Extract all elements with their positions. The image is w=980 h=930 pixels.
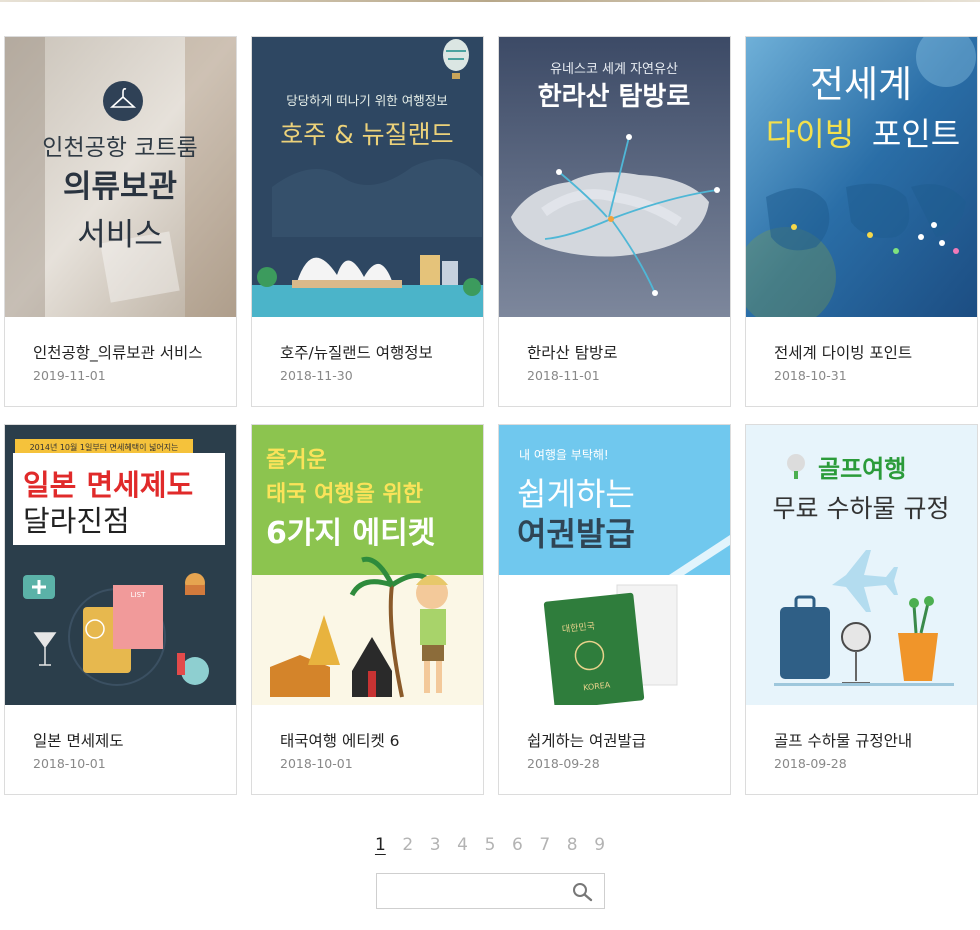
- post-title[interactable]: 전세계 다이빙 포인트: [774, 341, 954, 363]
- post-date: 2018-10-01: [33, 756, 106, 771]
- post-title[interactable]: 일본 면세제도: [33, 729, 213, 751]
- post-date: 2019-11-01: [33, 368, 106, 383]
- post-thumbnail[interactable]: 내 여행을 부탁해! 쉽게하는 여권발급 대한민국 KOREA: [499, 425, 730, 705]
- thumb-line: LIST: [131, 591, 146, 599]
- thumb-line: 2014년 10월 1일부터 면세혜택이 넓어지는: [30, 442, 179, 452]
- thumb-line: 달라진점: [23, 504, 130, 538]
- post-card-passport[interactable]: 내 여행을 부탁해! 쉽게하는 여권발급 대한민국 KOREA 쉽게하는 여권발…: [498, 424, 731, 795]
- thumb-line: 호주 & 뉴질랜드: [280, 120, 453, 149]
- thumb-line: 즐거운: [266, 448, 327, 473]
- thumb-line: 태국 여행을 위한: [266, 482, 423, 507]
- post-card-hallasan[interactable]: 유네스코 세계 자연유산 한라산 탐방로 한라산 탐방로 2018-11-01: [498, 36, 731, 407]
- post-card-japan-tax[interactable]: 2014년 10월 1일부터 면세혜택이 넓어지는 일본 면세제도 달라진점 L…: [4, 424, 237, 795]
- thumb-line: 일본 면세제도: [23, 468, 193, 502]
- post-date: 2018-11-30: [280, 368, 353, 383]
- page-link-7[interactable]: 7: [534, 835, 556, 855]
- post-title[interactable]: 한라산 탐방로: [527, 341, 707, 363]
- page-link-2[interactable]: 2: [397, 835, 419, 855]
- pagination: 1 2 3 4 5 6 7 8 9: [0, 835, 980, 855]
- post-card-diving[interactable]: 전세계 다이빙 포인트 전세계 다이빙 포인트 2018-10-31: [745, 36, 978, 407]
- thumb-line: 전세계: [810, 63, 912, 106]
- thumb-line: 쉽게하는: [517, 475, 635, 513]
- post-title[interactable]: 호주/뉴질랜드 여행정보: [280, 341, 460, 363]
- post-card-coatroom[interactable]: 인천공항 코트룸 의류보관 서비스 인천공항_의류보관 서비스 2019-11-…: [4, 36, 237, 407]
- post-title[interactable]: 골프 수하물 규정안내: [774, 729, 954, 751]
- post-title[interactable]: 쉽게하는 여권발급: [527, 729, 707, 751]
- post-thumbnail[interactable]: 즐거운 태국 여행을 위한 6가지 에티켓: [252, 425, 483, 705]
- post-thumbnail[interactable]: 인천공항 코트룸 의류보관 서비스: [5, 37, 236, 317]
- page-link-4[interactable]: 4: [452, 835, 474, 855]
- page-link-3[interactable]: 3: [424, 835, 446, 855]
- hanger-icon: [103, 81, 143, 121]
- post-thumbnail[interactable]: 전세계 다이빙 포인트: [746, 37, 977, 317]
- thumb-line: 서비스: [77, 217, 163, 253]
- thumb-line: 여권발급: [517, 515, 635, 553]
- post-thumbnail[interactable]: 골프여행 무료 수하물 규정: [746, 425, 977, 705]
- thumb-line: 당당하게 떠나기 위한 여행정보: [286, 93, 447, 108]
- post-card-australia[interactable]: 당당하게 떠나기 위한 여행정보 호주 & 뉴질랜드 호주/뉴질랜드 여행정보 …: [251, 36, 484, 407]
- thumb-line: 한라산 탐방로: [538, 82, 691, 112]
- post-date: 2018-10-01: [280, 756, 353, 771]
- post-thumbnail[interactable]: 당당하게 떠나기 위한 여행정보 호주 & 뉴질랜드: [252, 37, 483, 317]
- search-box: [376, 873, 605, 909]
- post-title[interactable]: 태국여행 에티켓 6: [280, 729, 460, 751]
- thumb-line: 유네스코 세계 자연유산: [550, 62, 678, 77]
- post-title[interactable]: 인천공항_의류보관 서비스: [33, 341, 213, 363]
- thumb-line: 내 여행을 부탁해!: [519, 447, 609, 462]
- thumb-line: 의류보관: [63, 169, 177, 205]
- post-thumbnail[interactable]: 유네스코 세계 자연유산 한라산 탐방로: [499, 37, 730, 317]
- thumb-line: 6가지 에티켓: [266, 516, 435, 551]
- passport-icon: 대한민국 KOREA: [543, 592, 645, 705]
- thumb-line: 골프여행: [818, 455, 906, 483]
- page-link-1[interactable]: 1: [369, 835, 391, 855]
- page-link-9[interactable]: 9: [589, 835, 611, 855]
- post-date: 2018-11-01: [527, 368, 600, 383]
- thumb-line: 인천공항 코트룸: [42, 135, 197, 161]
- post-date: 2018-10-31: [774, 368, 847, 383]
- search-icon[interactable]: [572, 882, 594, 902]
- page-link-8[interactable]: 8: [561, 835, 583, 855]
- thumb-line: 포인트: [872, 115, 960, 153]
- page-link-6[interactable]: 6: [506, 835, 528, 855]
- page-link-5[interactable]: 5: [479, 835, 501, 855]
- post-card-golf[interactable]: 골프여행 무료 수하물 규정 골프 수하물 규정안내 2018-09-28: [745, 424, 978, 795]
- top-divider: [0, 0, 980, 2]
- post-date: 2018-09-28: [527, 756, 600, 771]
- thumb-line: 다이빙: [766, 115, 854, 153]
- post-card-thai-etiquette[interactable]: 즐거운 태국 여행을 위한 6가지 에티켓 태국여행 에티켓 6 2018-10…: [251, 424, 484, 795]
- search-input[interactable]: [385, 880, 565, 902]
- post-date: 2018-09-28: [774, 756, 847, 771]
- thumb-line: 무료 수하물 규정: [773, 494, 950, 523]
- post-thumbnail[interactable]: 2014년 10월 1일부터 면세혜택이 넓어지는 일본 면세제도 달라진점 L…: [5, 425, 236, 705]
